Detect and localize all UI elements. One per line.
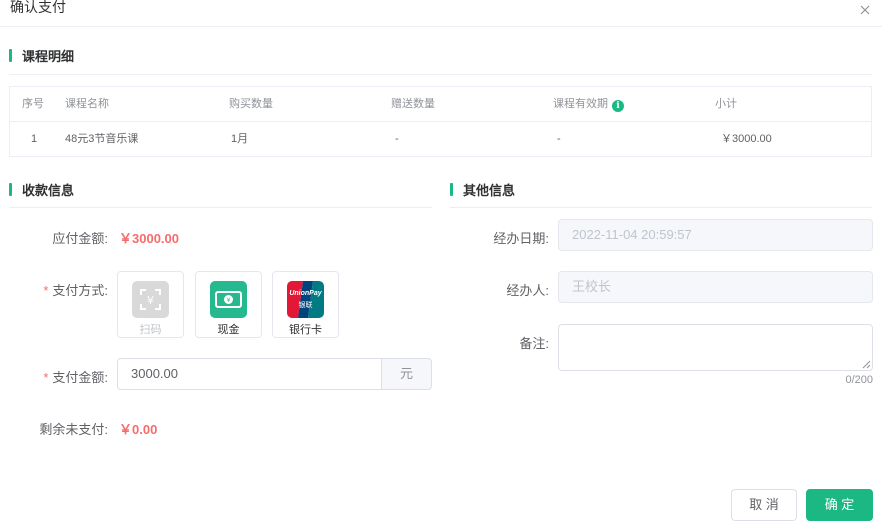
date-label: 经办日期: xyxy=(493,231,549,246)
pay-method-cash[interactable]: ¥ 现金 xyxy=(195,271,262,338)
cell-buy-qty: 1月 xyxy=(231,133,249,145)
remaining-label: 剩余未支付: xyxy=(39,422,108,437)
header-course-name: 课程名称 xyxy=(65,98,109,110)
pay-amount-label: * 支付金额: xyxy=(43,370,108,385)
section-accent-bar xyxy=(9,183,12,196)
amount-due-label: 应付金额: xyxy=(52,231,108,246)
course-table: 序号 课程名称 购买数量 赠送数量 课程有效期 i 小计 1 48元3节音乐课 1… xyxy=(9,86,872,157)
section-accent-bar xyxy=(450,183,453,196)
table-row: 1 48元3节音乐课 1月 - - ￥3000.00 xyxy=(10,122,871,157)
other-section-title: 其他信息 xyxy=(450,180,515,199)
course-section-title: 课程明细 xyxy=(9,46,74,65)
payment-section-title: 收款信息 xyxy=(9,180,74,199)
header-index: 序号 xyxy=(22,98,44,110)
header-subtotal: 小计 xyxy=(715,98,737,110)
date-field[interactable]: 2022-11-04 20:59:57 xyxy=(558,219,873,251)
section-divider xyxy=(9,74,872,75)
unionpay-icon: UnionPay 银联 xyxy=(287,281,324,318)
amount-due-value: ￥3000.00 xyxy=(119,231,179,246)
pay-method-label: * 支付方式: xyxy=(43,283,108,298)
pay-amount-input[interactable]: 3000.00 xyxy=(117,358,382,390)
close-icon[interactable] xyxy=(858,3,872,17)
info-icon[interactable]: i xyxy=(612,100,624,112)
resize-handle-icon[interactable] xyxy=(862,360,871,369)
pay-method-scan[interactable]: ¥ 扫码 xyxy=(117,271,184,338)
pay-method-bank-card[interactable]: UnionPay 银联 银行卡 xyxy=(272,271,339,338)
remaining-value: ￥0.00 xyxy=(119,422,158,437)
handler-label: 经办人: xyxy=(506,283,549,298)
pay-amount-unit: 元 xyxy=(382,358,432,390)
table-header-row: 序号 课程名称 购买数量 赠送数量 课程有效期 i 小计 xyxy=(10,87,871,122)
handler-field[interactable]: 王校长 xyxy=(558,271,873,303)
cell-subtotal: ￥3000.00 xyxy=(721,133,772,145)
cell-index: 1 xyxy=(31,133,38,145)
cancel-button[interactable]: 取 消 xyxy=(731,489,797,521)
cell-gift-qty: - xyxy=(395,133,399,145)
cell-course-name: 48元3节音乐课 xyxy=(65,133,139,145)
cash-icon: ¥ xyxy=(210,281,247,318)
qr-scan-icon: ¥ xyxy=(132,281,169,318)
header-buy-qty: 购买数量 xyxy=(229,98,273,110)
dialog-header: 确认支付 xyxy=(0,0,882,27)
section-divider xyxy=(450,207,872,208)
remark-counter: 0/200 xyxy=(845,374,873,386)
section-accent-bar xyxy=(9,49,12,62)
cell-validity: - xyxy=(557,133,561,145)
header-gift-qty: 赠送数量 xyxy=(391,98,435,110)
svg-text:¥: ¥ xyxy=(227,297,231,304)
confirm-button[interactable]: 确 定 xyxy=(806,489,873,521)
remark-label: 备注: xyxy=(519,336,549,351)
remark-textarea[interactable] xyxy=(558,324,873,371)
section-divider xyxy=(9,207,432,208)
svg-text:¥: ¥ xyxy=(147,294,154,307)
header-validity: 课程有效期 i xyxy=(553,87,624,122)
dialog-title: 确认支付 xyxy=(10,0,66,15)
